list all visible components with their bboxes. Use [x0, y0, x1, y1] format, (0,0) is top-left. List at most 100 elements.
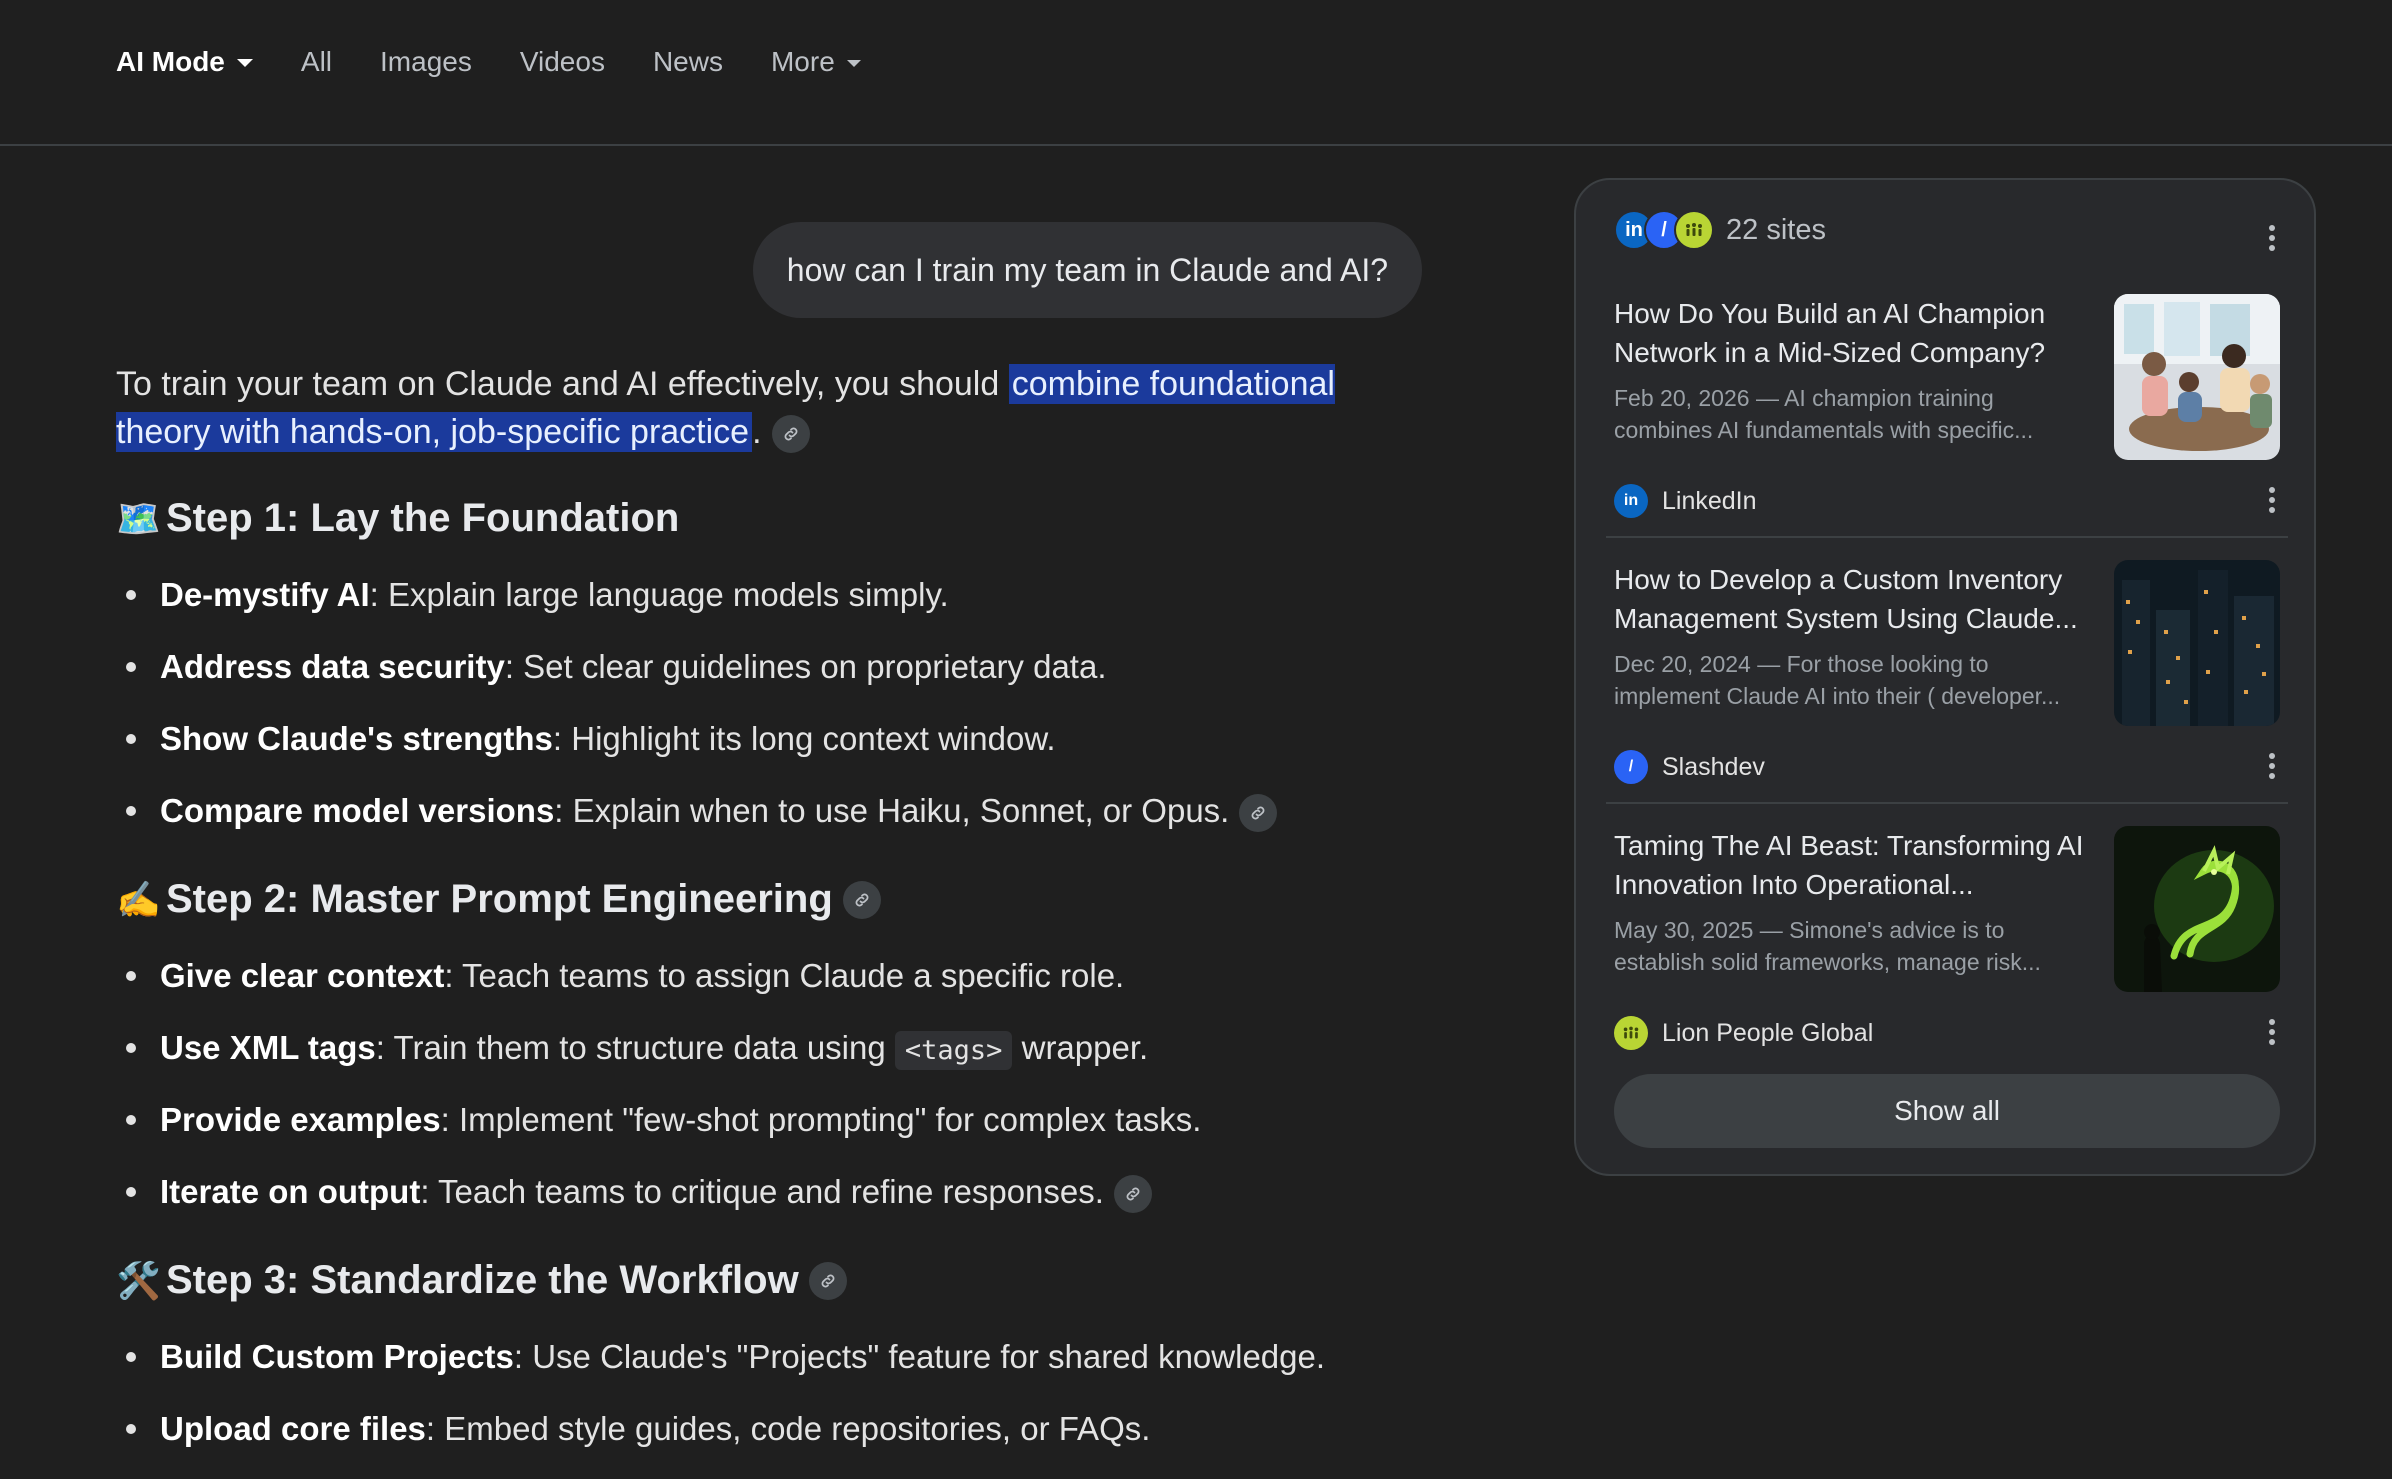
source-snippet: Feb 20, 2026 — AI champion training comb…: [1614, 385, 2034, 443]
tools-icon: 🛠️: [116, 1259, 161, 1301]
writing-hand-icon: ✍️: [116, 878, 161, 920]
citation-link-icon[interactable]: [771, 415, 810, 454]
tab-label: More: [770, 46, 835, 77]
tab-images[interactable]: Images: [380, 46, 472, 78]
step-3-list: Build Custom Projects: Use Claude's "Pro…: [116, 1335, 1436, 1479]
show-all-label: Show all: [1894, 1095, 2000, 1126]
user-query-text: how can I train my team in Claude and AI…: [786, 251, 1388, 288]
step-2-heading: ✍️ Step 2: Master Prompt Engineering: [116, 877, 1436, 922]
item-text: : Use Claude's "Projects" feature for sh…: [513, 1338, 1326, 1375]
list-item: De-mystify AI: Explain large language mo…: [116, 573, 1436, 645]
tab-all[interactable]: All: [301, 46, 332, 78]
step-2-list: Give clear context: Teach teams to assig…: [116, 954, 1436, 1242]
item-text: : Set clear guidelines on proprietary da…: [504, 648, 1107, 685]
source-thumbnail[interactable]: [2114, 826, 2280, 992]
step-3-section: 🛠️ Step 3: Standardize the Workflow Buil…: [116, 1258, 1436, 1479]
item-bold: Iterate on output: [160, 1173, 421, 1210]
inline-code: <tags>: [894, 1031, 1013, 1070]
more-options-icon[interactable]: [2260, 748, 2284, 784]
source-title[interactable]: Taming The AI Beast: Transforming AI Inn…: [1614, 826, 2094, 904]
search-tabs: AI Mode All Images Videos News More: [116, 46, 909, 78]
item-text: : Explain large language models simply.: [369, 576, 949, 613]
list-item: Use XML tags: Train them to structure da…: [116, 1026, 1436, 1098]
step-title: Step 1: Lay the Foundation: [166, 496, 680, 540]
sources-header[interactable]: in / 22 sites: [1614, 210, 1826, 250]
step-title: Step 3: Standardize the Workflow: [166, 1258, 799, 1302]
source-thumbnail[interactable]: [2114, 294, 2280, 460]
item-bold: Build Custom Projects: [160, 1338, 514, 1375]
intro-end: .: [752, 413, 762, 451]
divider: [1606, 536, 2288, 538]
source-card[interactable]: How Do You Build an AI Champion Network …: [1614, 294, 2280, 534]
citation-link-icon[interactable]: [1113, 1175, 1152, 1214]
source-site[interactable]: / Slashdev: [1614, 750, 1765, 784]
source-snippet: Dec 20, 2024 — For those looking to impl…: [1614, 651, 2061, 709]
tab-label: News: [652, 46, 723, 77]
item-bold: Address data security: [160, 648, 505, 685]
tab-label: Images: [380, 46, 472, 77]
tab-ai-mode[interactable]: AI Mode: [116, 46, 253, 78]
lion-people-icon: [1614, 1016, 1648, 1050]
ai-answer: To train your team on Claude and AI effe…: [116, 360, 1436, 1479]
tab-label: Videos: [519, 46, 605, 77]
tab-label: AI Mode: [116, 46, 225, 77]
source-title[interactable]: How to Develop a Custom Inventory Manage…: [1614, 560, 2094, 638]
list-item: Provide examples: Implement "few-shot pr…: [116, 1098, 1436, 1170]
citation-link-icon[interactable]: [842, 880, 881, 919]
site-name: Lion People Global: [1662, 1018, 1874, 1047]
source-site[interactable]: Lion People Global: [1614, 1016, 1873, 1050]
citation-link-icon[interactable]: [1239, 794, 1278, 833]
item-bold: De-mystify AI: [160, 576, 370, 613]
tab-label: All: [300, 46, 333, 77]
more-options-icon[interactable]: [2260, 482, 2284, 518]
step-2-section: ✍️ Step 2: Master Prompt Engineering Giv…: [116, 877, 1436, 1242]
step-1-heading: 🗺️ Step 1: Lay the Foundation: [116, 496, 1436, 541]
item-text: : Embed style guides, code repositories,…: [425, 1410, 1151, 1447]
source-snippet: May 30, 2025 — Simone's advice is to est…: [1614, 917, 2041, 975]
source-thumbnail[interactable]: [2114, 560, 2280, 726]
tab-videos[interactable]: Videos: [520, 46, 605, 78]
site-name: Slashdev: [1662, 752, 1765, 781]
lion-people-icon: [1674, 210, 1714, 250]
slashdev-icon: /: [1614, 750, 1648, 784]
item-bold: Provide examples: [160, 1101, 441, 1138]
tab-more[interactable]: More: [771, 46, 861, 78]
more-options-icon[interactable]: [2260, 1014, 2284, 1050]
source-card[interactable]: Taming The AI Beast: Transforming AI Inn…: [1614, 826, 2280, 1066]
list-item: Iterate on output: Teach teams to critiq…: [116, 1170, 1436, 1242]
item-bold: Use XML tags: [160, 1029, 376, 1066]
item-bold: Upload core files: [160, 1410, 426, 1447]
more-options-icon[interactable]: [2260, 220, 2284, 256]
linkedin-icon: in: [1614, 484, 1648, 518]
sites-count: 22 sites: [1726, 213, 1826, 246]
tab-news[interactable]: News: [653, 46, 723, 78]
favicon-stack: in /: [1614, 210, 1714, 250]
step-1-section: 🗺️ Step 1: Lay the Foundation De-mystify…: [116, 496, 1436, 861]
intro-text: To train your team on Claude and AI effe…: [116, 365, 1009, 403]
list-item: Compare model versions: Explain when to …: [116, 789, 1436, 861]
citation-link-icon[interactable]: [808, 1261, 847, 1300]
map-icon: 🗺️: [116, 497, 161, 539]
item-bold: Compare model versions: [160, 792, 555, 829]
item-text: : Teach teams to critique and refine res…: [420, 1173, 1104, 1210]
item-text: : Teach teams to assign Claude a specifi…: [444, 957, 1125, 994]
show-all-button[interactable]: Show all: [1614, 1074, 2280, 1148]
item-text: : Train them to structure data using: [375, 1029, 895, 1066]
answer-intro: To train your team on Claude and AI effe…: [116, 360, 1436, 456]
item-text: : Explain when to use Haiku, Sonnet, or …: [554, 792, 1230, 829]
item-bold: Give clear context: [160, 957, 445, 994]
list-item: Give clear context: Teach teams to assig…: [116, 954, 1436, 1026]
list-item: Upload core files: Embed style guides, c…: [116, 1407, 1436, 1479]
item-bold: Show Claude's strengths: [160, 720, 553, 757]
list-item: Build Custom Projects: Use Claude's "Pro…: [116, 1335, 1436, 1407]
caret-down-icon: [846, 59, 861, 67]
sources-panel: in / 22 sites How Do You Build an AI Cha…: [1574, 178, 2316, 1176]
source-card[interactable]: How to Develop a Custom Inventory Manage…: [1614, 560, 2280, 800]
item-text: wrapper.: [1012, 1029, 1149, 1066]
top-nav: AI Mode All Images Videos News More: [0, 0, 2392, 146]
list-item: Show Claude's strengths: Highlight its l…: [116, 717, 1436, 789]
source-site[interactable]: in LinkedIn: [1614, 484, 1757, 518]
item-text: : Implement "few-shot prompting" for com…: [440, 1101, 1202, 1138]
caret-down-icon: [236, 59, 253, 67]
source-title[interactable]: How Do You Build an AI Champion Network …: [1614, 294, 2094, 372]
